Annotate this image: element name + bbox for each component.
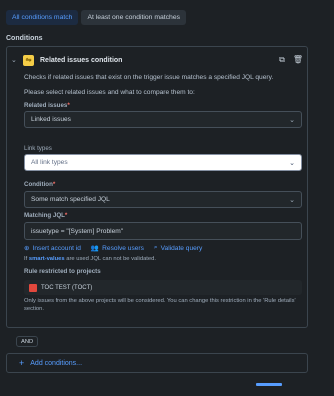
project-avatar-icon <box>29 283 37 292</box>
resolve-users-link[interactable]: 👥 Resolve users <box>90 244 144 253</box>
matching-jql-label: Matching JQL* <box>24 212 68 219</box>
condition-value: Some match specified JQL <box>31 196 110 203</box>
restriction-note-line2: section. <box>24 306 44 312</box>
link-types-label: Link types <box>24 145 52 152</box>
add-conditions-label: Add conditions... <box>30 359 83 367</box>
validate-query-link[interactable]: ⌕ Validate query <box>154 244 202 252</box>
link-types-select[interactable]: All link types ⌄ <box>24 154 302 171</box>
condition-icon: ⇋ <box>23 54 34 66</box>
condition-description: Checks if related issues that exist on t… <box>24 74 274 81</box>
save-button-edge[interactable] <box>256 383 282 386</box>
add-conditions-button[interactable]: + Add conditions... <box>6 353 308 373</box>
restriction-note-line1: Only issues from the above projects will… <box>24 298 296 304</box>
all-conditions-match-button[interactable]: All conditions match <box>6 10 79 25</box>
insert-account-id-link[interactable]: ⊕ Insert account id <box>24 244 81 253</box>
condition-header[interactable]: ⌄ ⇋ Related issues condition ⧉ 🗑 <box>11 54 303 66</box>
chevron-down-icon: ⌄ <box>289 116 295 124</box>
related-issues-select[interactable]: Linked issues ⌄ <box>24 111 302 128</box>
rule-restricted-label: Rule restricted to projects <box>24 268 101 275</box>
plus-icon: + <box>19 358 25 368</box>
matching-jql-value: issuetype = "[System] Problem" <box>31 227 124 235</box>
any-condition-matches-button[interactable]: At least one condition matches <box>81 10 187 25</box>
link-types-placeholder: All link types <box>31 159 68 166</box>
copy-icon[interactable]: ⧉ <box>279 55 285 65</box>
condition-title: Related issues condition <box>40 56 123 64</box>
and-badge: AND <box>16 336 39 347</box>
condition-select[interactable]: Some match specified JQL ⌄ <box>24 191 302 208</box>
plus-circle-icon: ⊕ <box>24 245 30 252</box>
smart-values-hint: If smart-values are used JQL can not be … <box>24 256 156 262</box>
condition-label: Condition* <box>24 181 56 188</box>
smart-values-link[interactable]: smart-values <box>29 256 65 262</box>
project-chip: TOC TEST (TOCT) <box>24 280 302 295</box>
project-name: TOC TEST (TOCT) <box>41 284 93 291</box>
matching-jql-input[interactable]: issuetype = "[System] Problem" <box>24 222 302 240</box>
chevron-down-icon: ⌄ <box>289 159 295 167</box>
conditions-heading: Conditions <box>6 35 43 42</box>
chevron-down-icon: ⌄ <box>289 196 295 204</box>
users-icon: 👥 <box>90 245 100 252</box>
match-mode-toggle: All conditions match At least one condit… <box>6 10 187 25</box>
jql-actions: ⊕ Insert account id 👥 Resolve users ⌕ Va… <box>24 243 302 253</box>
chevron-down-icon[interactable]: ⌄ <box>11 56 21 64</box>
condition-instruction: Please select related issues and what to… <box>24 89 195 96</box>
search-icon: ⌕ <box>153 244 158 251</box>
related-issues-label: Related issues* <box>24 102 70 109</box>
related-issues-value: Linked issues <box>31 116 71 123</box>
delete-icon[interactable]: 🗑 <box>293 55 303 65</box>
